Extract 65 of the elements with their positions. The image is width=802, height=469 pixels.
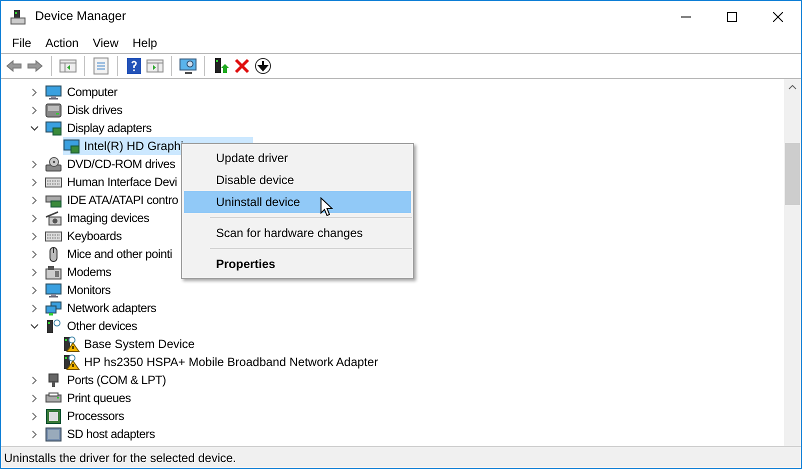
menu-option[interactable]: Disable device — [184, 169, 411, 191]
window-title: Device Manager — [35, 8, 126, 26]
menu-item[interactable]: File — [5, 34, 38, 52]
keyboard-icon — [45, 228, 62, 244]
app-icon — [10, 8, 26, 24]
menu-option[interactable]: Uninstall device — [184, 191, 411, 213]
scrollbar-thumb[interactable] — [785, 143, 800, 205]
back-arrow-icon[interactable] — [5, 57, 23, 75]
tree-item[interactable]: Computer — [66, 83, 118, 101]
menu-option[interactable]: Properties — [184, 253, 411, 275]
display-card-icon — [63, 138, 80, 154]
tree-item[interactable]: IDE ATA/ATAPI contro — [66, 191, 180, 209]
delete-x-icon[interactable] — [233, 57, 251, 75]
tree-item[interactable]: Disk drives — [66, 101, 124, 119]
processor-icon — [45, 408, 62, 424]
monitor-icon — [45, 282, 62, 298]
tree-item[interactable]: SD host adapters — [66, 425, 156, 443]
maximize-icon — [727, 12, 737, 22]
update-driver-icon[interactable] — [212, 57, 230, 75]
action-pane-icon[interactable] — [146, 57, 164, 75]
properties-icon[interactable] — [92, 57, 110, 75]
menu-item[interactable]: Help — [126, 34, 164, 52]
tree-item[interactable]: Monitors — [66, 281, 112, 299]
card-reader-icon — [45, 426, 62, 442]
collapse-chevron-icon[interactable] — [30, 322, 39, 330]
scrollbar[interactable] — [784, 79, 801, 446]
menu-item[interactable]: Action — [38, 34, 86, 52]
tree-item[interactable]: Modems — [66, 263, 112, 281]
monitor-icon — [45, 84, 62, 100]
keyboard-icon — [45, 174, 62, 190]
camera-icon — [45, 210, 62, 226]
menu-option[interactable]: Scan for hardware changes — [184, 222, 411, 244]
tree-item[interactable]: HP hs2350 HSPA+ Mobile Broadband Network Adapter — [63, 353, 448, 371]
tree-item[interactable]: Display adapters — [66, 119, 153, 137]
help-icon[interactable] — [125, 57, 143, 75]
console-tree-icon[interactable] — [59, 57, 77, 75]
forward-arrow-icon[interactable] — [26, 57, 44, 75]
tree-item[interactable]: Other devices — [66, 317, 138, 335]
tree-item[interactable]: Print queues — [66, 389, 132, 407]
disc-drive-icon — [45, 156, 62, 172]
phone-icon — [45, 264, 62, 280]
drive-icon — [45, 102, 62, 118]
tree-item[interactable]: Mice and other pointi — [66, 245, 174, 263]
network-icon — [45, 300, 62, 316]
status-text: Uninstalls the driver for the selected device. — [4, 450, 236, 466]
tree-item[interactable]: Network adapters — [66, 299, 158, 317]
close-icon — [773, 12, 783, 22]
tree-item[interactable]: Imaging devices — [66, 209, 150, 227]
tree-item[interactable]: Ports (COM & LPT) — [66, 371, 167, 389]
warning-device-icon — [63, 354, 80, 370]
collapse-chevron-icon[interactable] — [30, 124, 39, 132]
scan-monitor-icon[interactable] — [179, 57, 197, 75]
display-card-icon — [45, 120, 62, 136]
tree-item[interactable]: Keyboards — [66, 227, 123, 245]
unknown-device-icon — [45, 318, 62, 334]
mouse-cursor-icon — [320, 197, 333, 217]
printer-icon — [45, 390, 62, 406]
tree-item[interactable]: Processors — [66, 407, 126, 425]
warning-device-icon — [63, 336, 80, 352]
tree-item[interactable]: Human Interface Devi — [66, 173, 178, 191]
menu-item[interactable]: View — [86, 34, 126, 52]
controller-icon — [45, 192, 62, 208]
tree-item[interactable]: Base System Device — [63, 335, 265, 353]
tree-item[interactable]: DVD/CD-ROM drives — [66, 155, 176, 173]
download-circle-icon[interactable] — [254, 57, 272, 75]
